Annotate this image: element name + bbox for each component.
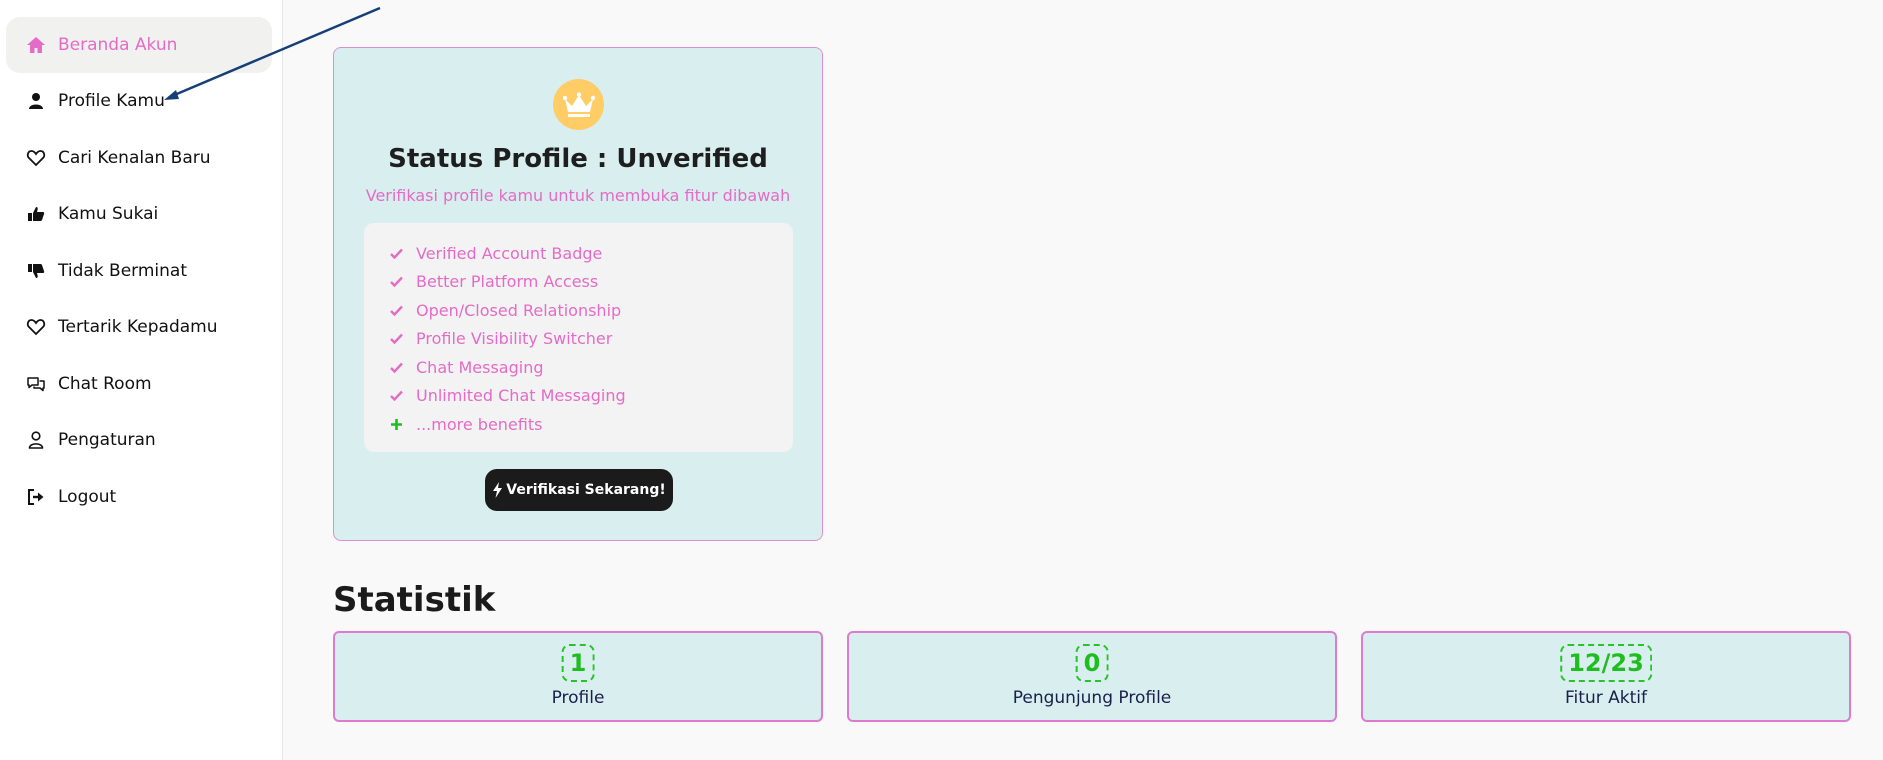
sidebar-item-profile-kamu[interactable]: Profile Kamu [6, 73, 272, 129]
list-item: Chat Messaging [364, 353, 793, 382]
user-icon [26, 91, 46, 111]
lightning-icon [493, 482, 503, 498]
heart-outline-icon [26, 148, 46, 168]
sidebar-item-tidak-berminat[interactable]: Tidak Berminat [6, 243, 272, 299]
sidebar-item-cari-kenalan-baru[interactable]: Cari Kenalan Baru [6, 130, 272, 186]
status-card: Status Profile : Unverified Verifikasi p… [333, 47, 823, 541]
home-icon [26, 35, 46, 55]
sidebar-item-kamu-sukai[interactable]: Kamu Sukai [6, 186, 272, 242]
sidebar-item-label: Pengaturan [58, 430, 156, 450]
crown-icon [553, 79, 604, 130]
sidebar-item-beranda-akun[interactable]: Beranda Akun [6, 17, 272, 73]
status-subtitle: Verifikasi profile kamu untuk membuka fi… [365, 186, 791, 205]
sidebar-item-tertarik-kepadamu[interactable]: Tertarik Kepadamu [6, 299, 272, 355]
sidebar: Beranda Akun Profile Kamu Cari Kenalan B… [0, 0, 283, 760]
stat-label: Pengunjung Profile [1012, 688, 1172, 708]
sidebar-item-label: Cari Kenalan Baru [58, 148, 211, 168]
sidebar-item-label: Chat Room [58, 374, 152, 394]
check-icon [388, 333, 404, 345]
sidebar-item-label: Beranda Akun [58, 35, 178, 55]
benefits-list: Verified Account Badge Better Platform A… [364, 223, 793, 452]
stat-card-profile: 1 Profile [333, 631, 823, 722]
list-item: Verified Account Badge [364, 239, 793, 268]
plus-icon [388, 418, 404, 431]
sidebar-item-pengaturan[interactable]: Pengaturan [6, 412, 272, 468]
stats-heading: Statistik [333, 580, 496, 620]
list-item: Open/Closed Relationship [364, 296, 793, 325]
list-item: ...more benefits [364, 410, 793, 439]
stat-card-visitors: 0 Pengunjung Profile [847, 631, 1337, 722]
check-icon [388, 390, 404, 402]
list-item: Profile Visibility Switcher [364, 325, 793, 354]
thumbs-up-icon [26, 204, 46, 224]
stat-value: 0 [1075, 644, 1109, 682]
heart-outline-icon [26, 317, 46, 337]
stat-label: Profile [551, 688, 605, 708]
sidebar-item-label: Profile Kamu [58, 91, 165, 111]
list-item: Better Platform Access [364, 268, 793, 297]
list-item: Unlimited Chat Messaging [364, 382, 793, 411]
check-icon [388, 305, 404, 316]
thumbs-down-icon [26, 261, 46, 281]
logout-icon [26, 487, 46, 507]
sidebar-item-logout[interactable]: Logout [6, 469, 272, 525]
user-outline-icon [26, 430, 46, 450]
stat-card-active-features: 12/23 Fitur Aktif [1361, 631, 1851, 722]
check-icon [388, 248, 404, 259]
sidebar-item-label: Tertarik Kepadamu [58, 317, 218, 337]
stat-label: Fitur Aktif [1565, 688, 1647, 708]
verify-now-button[interactable]: Verifikasi Sekarang! [485, 469, 673, 511]
sidebar-item-label: Logout [58, 487, 117, 507]
check-icon [388, 276, 404, 288]
stat-value: 12/23 [1560, 644, 1652, 682]
stat-value: 1 [561, 644, 595, 682]
sidebar-item-chat-room[interactable]: Chat Room [6, 356, 272, 412]
status-title: Status Profile : Unverified [388, 144, 768, 174]
check-icon [388, 362, 404, 373]
sidebar-item-label: Kamu Sukai [58, 204, 159, 224]
chat-bubbles-icon [26, 374, 46, 394]
sidebar-item-label: Tidak Berminat [58, 261, 187, 281]
